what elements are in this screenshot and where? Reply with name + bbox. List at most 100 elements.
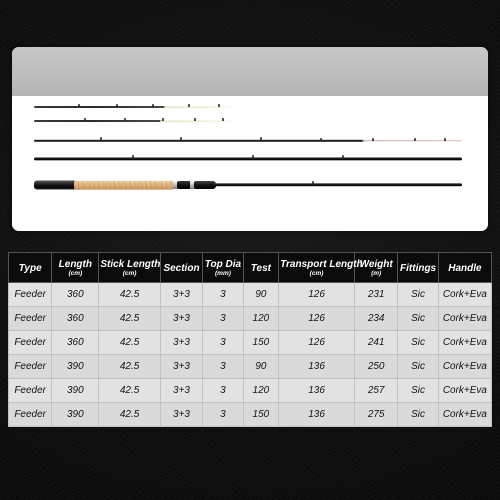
cell-handle: Cork+Eva [437, 378, 493, 404]
cell-fittings: Sic [397, 354, 439, 380]
cell-fittings: Sic [397, 402, 439, 428]
cell-handle: Cork+Eva [437, 402, 493, 428]
product-image-card: 3.9m : 46.8cm [12, 47, 488, 231]
cell-weight: 275 [353, 402, 399, 428]
cell-handle: Cork+Eva [437, 306, 493, 332]
cell-fittings: Sic [397, 306, 439, 332]
cell-type: Feeder [7, 402, 53, 428]
cell-transport-length: 126 [278, 306, 355, 332]
cell-weight: 241 [353, 330, 399, 356]
page-background: 3.9m : 46.8cm Type Length (cm) [0, 0, 500, 500]
column-header-unit: (m) [371, 270, 382, 278]
column-header-top-dia: Top Dia (mm) [202, 251, 244, 284]
cell-stick-length: 42.5 [98, 306, 161, 332]
column-header-handle: Handle [437, 251, 493, 284]
cell-transport-length: 136 [278, 402, 355, 428]
column-header-label: Section [163, 262, 200, 274]
cell-handle: Cork+Eva [437, 330, 493, 356]
cell-top-dia: 3 [202, 378, 244, 404]
cell-top-dia: 3 [202, 282, 244, 308]
rod-illustration-stage: 3.9m : 46.8cm [12, 96, 488, 231]
cell-length: 390 [51, 402, 100, 428]
table-row: Feeder 360 42.5 3+3 3 120 126 234 Sic Co… [7, 306, 493, 332]
column-header-weight: Weight (m) [353, 251, 399, 284]
cell-stick-length: 42.5 [98, 402, 161, 428]
column-header-label: Length [58, 259, 92, 270]
column-header-label: Top Dia [204, 259, 242, 270]
cell-test: 120 [242, 378, 280, 404]
cell-top-dia: 3 [202, 306, 244, 332]
reel-seat [177, 181, 191, 189]
cell-test: 90 [242, 354, 280, 380]
table-row: Feeder 390 42.5 3+3 3 90 136 250 Sic Cor… [7, 354, 493, 380]
cell-transport-length: 136 [278, 354, 355, 380]
cell-weight: 234 [353, 306, 399, 332]
cell-top-dia: 3 [202, 330, 244, 356]
cell-test: 120 [242, 306, 280, 332]
cell-stick-length: 42.5 [98, 282, 161, 308]
butt-cap [34, 180, 76, 190]
rod-section-butt-with-handle [12, 174, 488, 196]
cell-section: 3+3 [159, 402, 204, 428]
cell-type: Feeder [7, 378, 53, 404]
column-header-label: Weight [359, 259, 393, 270]
cell-fittings: Sic [397, 330, 439, 356]
cell-length: 390 [51, 378, 100, 404]
cell-test: 90 [242, 282, 280, 308]
rod-section-quiver-tip-2 [12, 112, 488, 130]
column-header-length: Length (cm) [51, 251, 100, 284]
cell-test: 150 [242, 402, 280, 428]
rod-section-tip [12, 132, 488, 150]
column-header-fittings: Fittings [397, 251, 439, 284]
table-body: Feeder 360 42.5 3+3 3 90 126 231 Sic Cor… [7, 282, 493, 428]
cell-section: 3+3 [159, 282, 204, 308]
column-header-type: Type [7, 251, 53, 284]
cell-stick-length: 42.5 [98, 354, 161, 380]
cell-top-dia: 3 [202, 354, 244, 380]
cell-weight: 257 [353, 378, 399, 404]
table-row: Feeder 390 42.5 3+3 3 120 136 257 Sic Co… [7, 378, 493, 404]
column-header-label: Test [250, 262, 271, 274]
cell-section: 3+3 [159, 306, 204, 332]
column-header-label: Fittings [400, 262, 437, 274]
cell-type: Feeder [7, 330, 53, 356]
table-row: Feeder 360 42.5 3+3 3 150 126 241 Sic Co… [7, 330, 493, 356]
fore-grip [194, 181, 216, 189]
cork-grip [74, 180, 174, 190]
column-header-unit: (mm) [215, 270, 231, 278]
column-header-transport-length: Transport Length (cm) [278, 251, 363, 284]
column-header-unit: (cm) [309, 270, 324, 278]
cell-type: Feeder [7, 306, 53, 332]
cell-weight: 250 [353, 354, 399, 380]
column-header-label: Handle [448, 262, 482, 274]
butt-blank [215, 183, 462, 187]
cell-type: Feeder [7, 354, 53, 380]
cell-transport-length: 126 [278, 330, 355, 356]
cell-type: Feeder [7, 282, 53, 308]
cell-stick-length: 42.5 [98, 378, 161, 404]
cell-weight: 231 [353, 282, 399, 308]
cell-length: 360 [51, 306, 100, 332]
cell-section: 3+3 [159, 330, 204, 356]
cell-length: 360 [51, 330, 100, 356]
specification-table: Type Length (cm) Stick Length (cm) Secti… [7, 251, 493, 428]
column-header-unit: (cm) [122, 270, 137, 278]
column-header-stick-length: Stick Length (cm) [98, 251, 161, 284]
cell-transport-length: 126 [278, 282, 355, 308]
cell-fittings: Sic [397, 282, 439, 308]
column-header-label: Type [18, 262, 42, 274]
column-header-label: Transport Length [280, 259, 363, 270]
cell-stick-length: 42.5 [98, 330, 161, 356]
cell-handle: Cork+Eva [437, 282, 493, 308]
cell-top-dia: 3 [202, 402, 244, 428]
cell-transport-length: 136 [278, 378, 355, 404]
column-header-label: Stick Length [100, 259, 161, 270]
cell-length: 390 [51, 354, 100, 380]
cell-test: 150 [242, 330, 280, 356]
cell-section: 3+3 [159, 354, 204, 380]
table-row: Feeder 360 42.5 3+3 3 90 126 231 Sic Cor… [7, 282, 493, 308]
cell-section: 3+3 [159, 378, 204, 404]
table-header-row: Type Length (cm) Stick Length (cm) Secti… [7, 251, 493, 284]
column-header-test: Test [242, 251, 280, 284]
cell-length: 360 [51, 282, 100, 308]
